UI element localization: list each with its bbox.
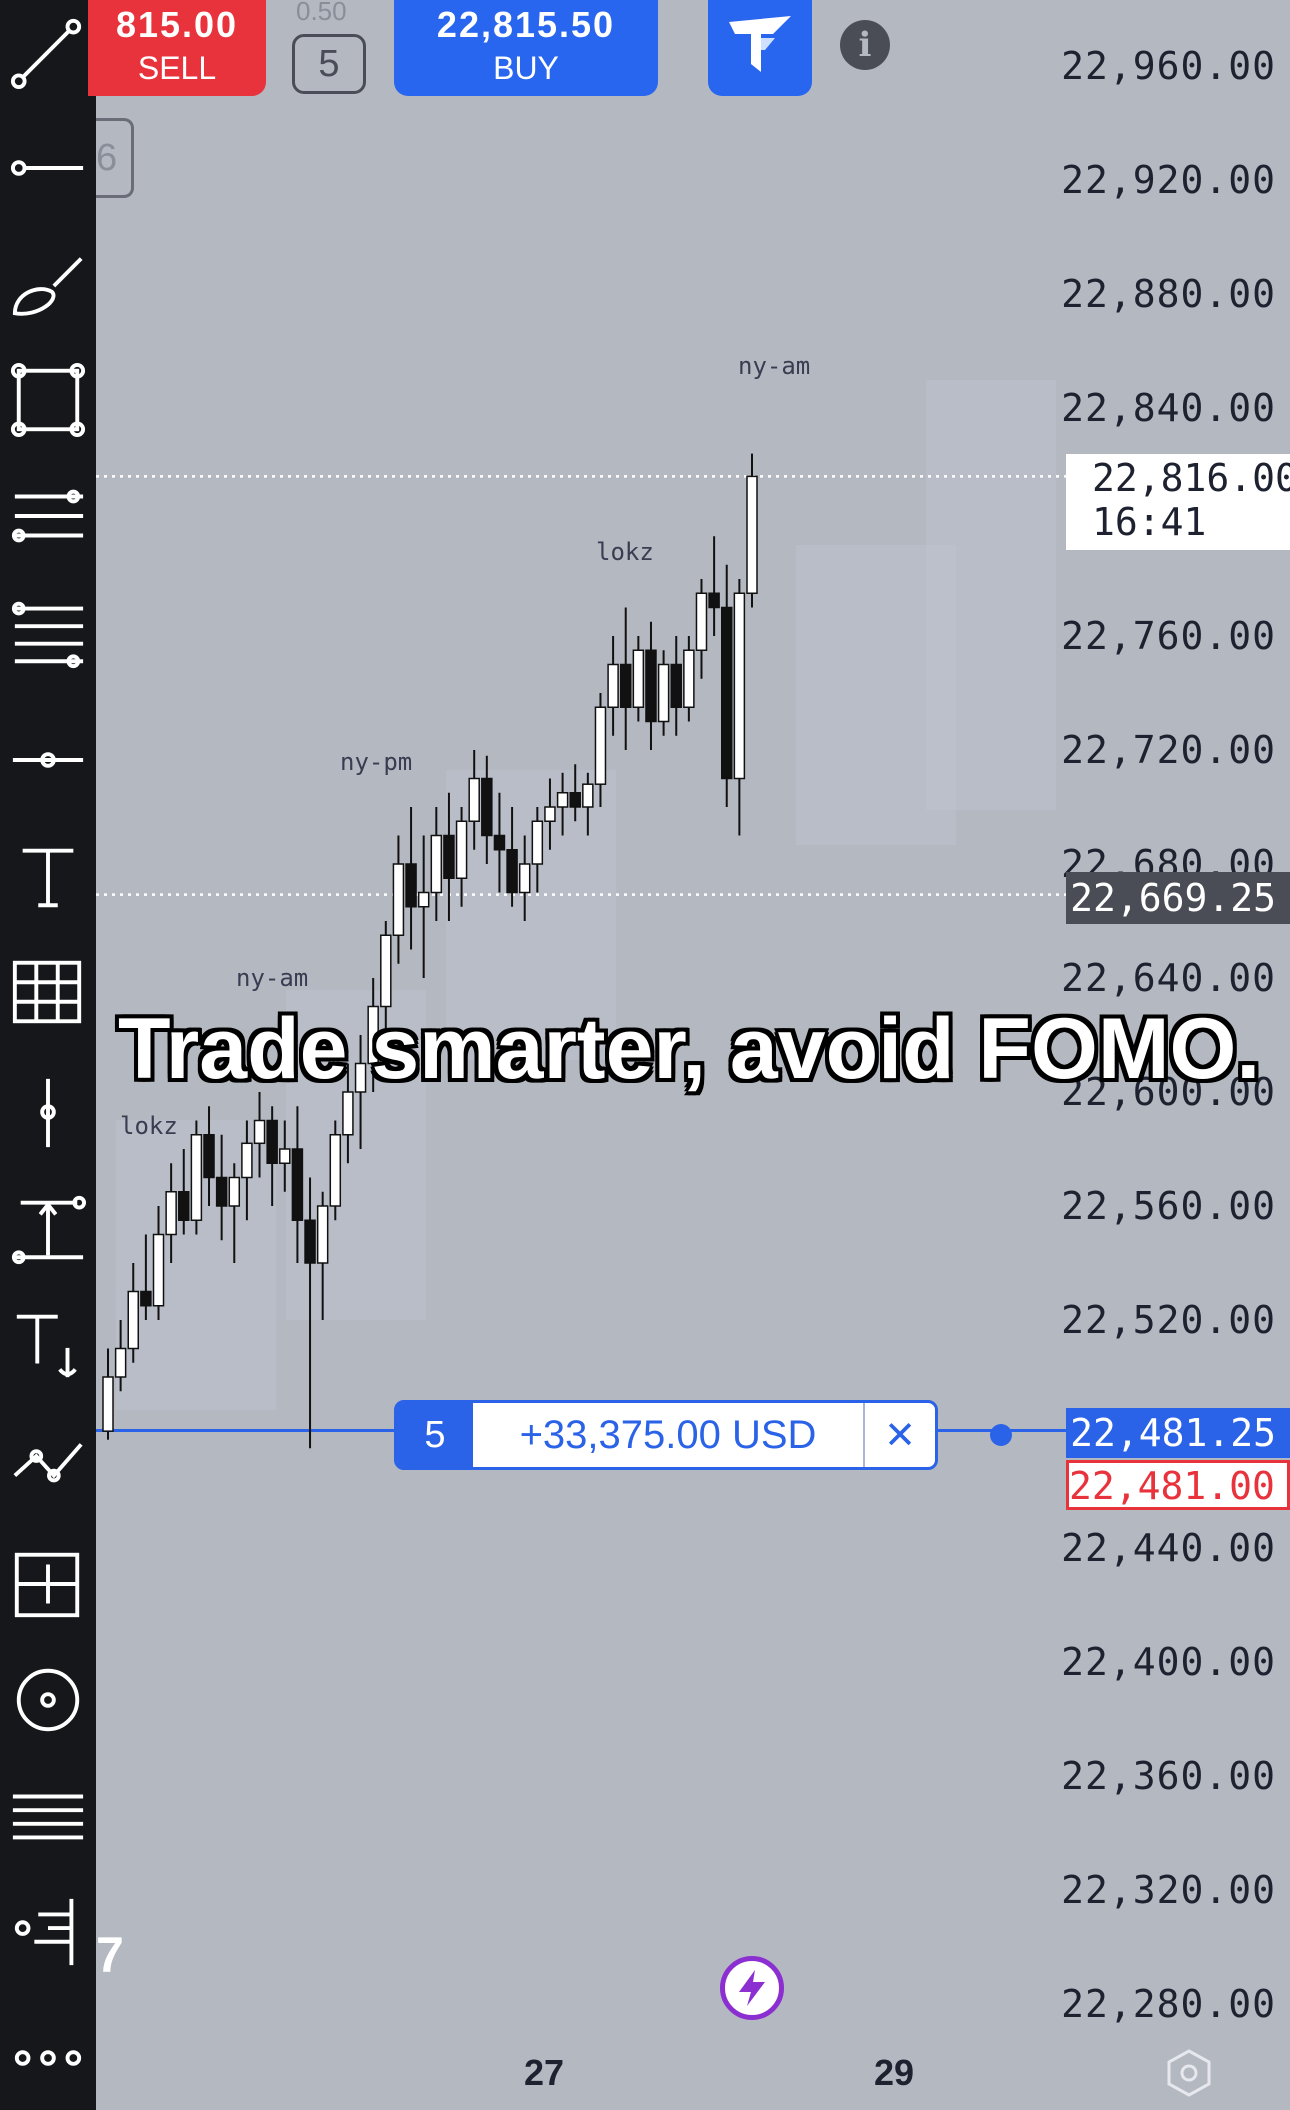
- session-box: [926, 380, 1056, 810]
- candle: [708, 536, 720, 636]
- candle: [405, 807, 417, 950]
- buy-button[interactable]: 22,815.50 BUY: [394, 0, 658, 96]
- bar-countdown: 16:41: [1092, 500, 1207, 544]
- candle: [329, 1120, 342, 1221]
- vertical-line-icon[interactable]: [0, 1064, 96, 1160]
- trend-line-icon[interactable]: [0, 4, 96, 100]
- spread-value: 0.50: [296, 0, 347, 26]
- position-price-label: 22,481.25: [1066, 1408, 1290, 1458]
- lightning-button[interactable]: [720, 1956, 784, 2020]
- candle: [619, 607, 632, 750]
- price-tick: 22,920.00: [1061, 158, 1276, 202]
- rectangle-icon[interactable]: [0, 352, 96, 448]
- anchored-text-icon[interactable]: [0, 1296, 96, 1392]
- price-tick: 22,760.00: [1061, 614, 1276, 658]
- marked-price-label: 22,669.25: [1066, 872, 1290, 924]
- position-pnl: +33,375.00 USD: [519, 1412, 817, 1457]
- candle: [695, 579, 708, 679]
- candle: [607, 636, 619, 736]
- drawing-toolbar: [0, 0, 96, 2110]
- candle: [733, 579, 746, 836]
- long-position-icon[interactable]: [0, 1536, 96, 1632]
- sell-button[interactable]: 815.00 SELL: [88, 0, 266, 96]
- parallel-channel-icon[interactable]: [0, 1768, 96, 1864]
- lightning-icon: [739, 1970, 765, 2006]
- horizontal-line-icon[interactable]: [0, 712, 96, 808]
- candle: [683, 636, 695, 722]
- circle-icon[interactable]: [0, 1652, 96, 1748]
- sell-label: SELL: [137, 50, 217, 86]
- more-icon[interactable]: [0, 2010, 96, 2106]
- candle: [746, 453, 758, 608]
- grid-icon[interactable]: [0, 944, 96, 1040]
- candle: [670, 636, 682, 736]
- price-tick: 22,400.00: [1061, 1640, 1276, 1684]
- sell-price: 815.00: [115, 4, 239, 45]
- session-label: ny-pm: [340, 748, 412, 776]
- candle: [392, 835, 405, 964]
- close-position-button[interactable]: ✕: [863, 1403, 935, 1467]
- price-tick: 22,360.00: [1061, 1754, 1276, 1798]
- buy-price: 22,815.50: [436, 4, 616, 45]
- time-label: 29: [874, 2052, 915, 2093]
- close-icon: ✕: [884, 1414, 916, 1457]
- settings-hex-icon[interactable]: [1164, 2048, 1214, 2098]
- price-tick: 22,840.00: [1061, 386, 1276, 430]
- candle: [417, 835, 430, 978]
- candle: [657, 650, 670, 736]
- path-icon[interactable]: [0, 1412, 96, 1508]
- current-price-label: 22,816.00 16:41: [1066, 454, 1290, 550]
- time-label: 27: [524, 2052, 565, 2093]
- candle: [632, 636, 645, 722]
- position-qty: 5: [397, 1403, 473, 1467]
- quantity-value: 5: [318, 43, 340, 85]
- session-label: lokz: [120, 1112, 178, 1140]
- candle: [720, 564, 733, 807]
- price-tick: 22,640.00: [1061, 956, 1276, 1000]
- price-tick: 22,320.00: [1061, 1868, 1276, 1912]
- stop-price-label[interactable]: 22,481.00: [1066, 1460, 1290, 1510]
- session-label: ny-am: [738, 352, 810, 380]
- fib-retracement-icon[interactable]: [0, 584, 96, 680]
- cube-logo-icon: [729, 16, 791, 72]
- candle: [645, 621, 657, 750]
- position-drag-handle[interactable]: [990, 1424, 1012, 1446]
- video-caption: Trade smarter, avoid FOMO.: [118, 1001, 1261, 1097]
- price-tick: 22,520.00: [1061, 1298, 1276, 1342]
- candle: [190, 1120, 203, 1235]
- candle: [102, 1348, 114, 1440]
- measure-icon[interactable]: [0, 1180, 96, 1276]
- buy-label: BUY: [493, 50, 559, 86]
- price-tick: 22,560.00: [1061, 1184, 1276, 1228]
- price-tick: 22,440.00: [1061, 1526, 1276, 1570]
- info-icon[interactable]: i: [840, 20, 890, 70]
- price-tick: 22,960.00: [1061, 44, 1276, 88]
- position-widget[interactable]: 5 +33,375.00 USD ✕: [394, 1400, 938, 1470]
- candle: [430, 807, 443, 921]
- quantity-field[interactable]: 5: [292, 34, 366, 94]
- price-tick: 22,280.00: [1061, 1982, 1276, 2026]
- time-label: 7: [96, 1927, 124, 1983]
- horizontal-ray-icon[interactable]: [0, 120, 96, 216]
- session-label: ny-am: [236, 964, 308, 992]
- price-tick: 22,720.00: [1061, 728, 1276, 772]
- brush-icon[interactable]: [0, 236, 96, 332]
- partial-qty-box: 6: [96, 118, 134, 198]
- current-price: 22,816.00: [1092, 456, 1290, 500]
- session-label: lokz: [596, 538, 654, 566]
- pitchfork-icon[interactable]: [0, 468, 96, 564]
- text-icon[interactable]: [0, 828, 96, 924]
- price-tick: 22,880.00: [1061, 272, 1276, 316]
- brand-button[interactable]: [708, 0, 812, 96]
- volume-profile-icon[interactable]: [0, 1884, 96, 1980]
